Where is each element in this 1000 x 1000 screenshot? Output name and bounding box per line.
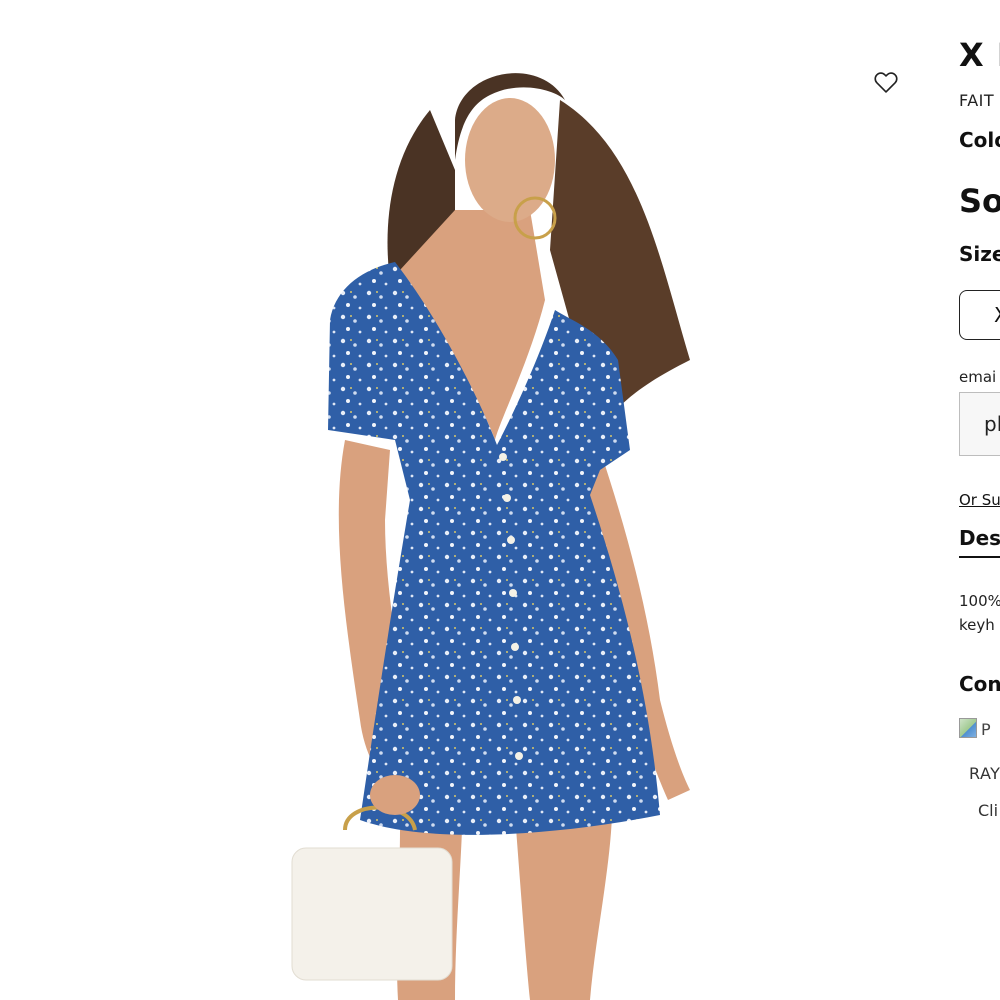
product-photo bbox=[0, 0, 930, 1000]
related-section-heading: Con bbox=[959, 672, 1000, 696]
subscribe-link[interactable]: Or Su bbox=[959, 491, 1000, 509]
email-field[interactable]: pl bbox=[959, 392, 1000, 456]
email-label: emai bbox=[959, 368, 997, 386]
product-brand[interactable]: FAIT bbox=[959, 91, 994, 110]
broken-image-icon bbox=[959, 718, 977, 738]
description-text-line: 100% bbox=[959, 592, 1000, 610]
description-text-line: keyh bbox=[959, 616, 995, 634]
related-product-image[interactable]: P bbox=[959, 718, 991, 739]
image-alt-text: P bbox=[981, 720, 991, 739]
related-product-name[interactable]: Cli bbox=[978, 801, 998, 820]
product-page: X I FAIT Colo So Size X emai pl Or Su De… bbox=[0, 0, 1000, 1000]
heart-outline-icon[interactable] bbox=[872, 68, 900, 96]
product-title: X I bbox=[959, 36, 1000, 74]
color-label: Colo bbox=[959, 128, 1000, 152]
product-info-panel: X I FAIT Colo So Size X emai pl Or Su De… bbox=[959, 0, 1000, 1000]
size-label: Size bbox=[959, 242, 1000, 266]
availability-status: So bbox=[959, 182, 1000, 220]
size-option-button[interactable]: X bbox=[959, 290, 1000, 340]
related-product-brand[interactable]: RAY bbox=[969, 764, 1000, 783]
tab-description[interactable]: Des bbox=[959, 526, 1000, 558]
